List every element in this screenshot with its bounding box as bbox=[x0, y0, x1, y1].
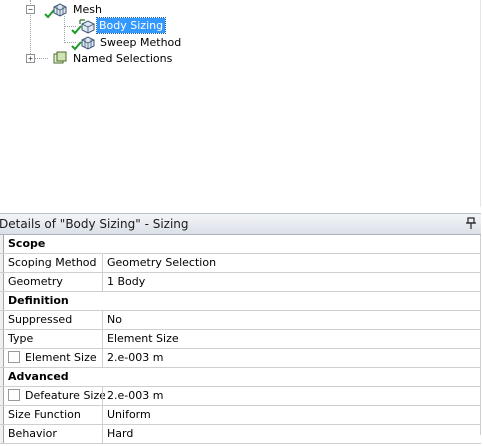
details-panel-title: Details of "Body Sizing" - Sizing bbox=[0, 217, 189, 231]
grid-border bbox=[480, 235, 481, 435]
property-name: Suppressed bbox=[4, 311, 105, 329]
mesh-icon bbox=[53, 3, 67, 17]
property-name: Scoping Method bbox=[4, 254, 105, 272]
section-label: Scope bbox=[4, 235, 478, 253]
parameter-checkbox[interactable] bbox=[8, 389, 20, 401]
section-label: Advanced bbox=[4, 368, 478, 386]
property-label: Scoping Method bbox=[8, 256, 97, 269]
property-label: Defeature Size bbox=[25, 389, 105, 402]
property-value[interactable]: No bbox=[102, 311, 483, 329]
details-property-row[interactable]: Suppressed No bbox=[0, 311, 481, 330]
outline-tree: − Mesh Body Sizing Sweep Method + Named … bbox=[0, 0, 481, 207]
parameter-checkbox[interactable] bbox=[8, 351, 20, 363]
tree-node-mesh[interactable]: Mesh bbox=[71, 2, 104, 17]
tree-connector bbox=[64, 16, 65, 43]
details-grid: Scope Scoping Method Geometry Selection Geo… bbox=[0, 235, 481, 444]
property-label: Size Function bbox=[8, 408, 81, 421]
property-label: Definition bbox=[8, 294, 69, 307]
property-label: Element Size bbox=[25, 351, 97, 364]
property-value[interactable]: 1 Body bbox=[102, 273, 483, 291]
property-label: Geometry bbox=[8, 275, 63, 288]
details-section-header[interactable]: Definition bbox=[0, 292, 481, 311]
pin-icon[interactable] bbox=[466, 217, 476, 229]
details-property-row[interactable]: Type Element Size bbox=[0, 330, 481, 349]
tree-node-named-selections[interactable]: Named Selections bbox=[71, 51, 174, 66]
details-property-row[interactable]: Size Function Uniform bbox=[0, 406, 481, 425]
property-label: Behavior bbox=[8, 427, 57, 440]
sweep-method-icon bbox=[81, 36, 95, 50]
property-label: Scope bbox=[8, 237, 46, 250]
property-label: Type bbox=[8, 332, 34, 345]
sizing-icon bbox=[79, 19, 95, 34]
property-name: Size Function bbox=[4, 406, 105, 424]
section-label: Definition bbox=[4, 292, 478, 310]
details-property-row[interactable]: Behavior Hard bbox=[0, 425, 481, 444]
property-value[interactable]: 2.e-003 m bbox=[102, 387, 483, 405]
details-section-header[interactable]: Advanced bbox=[0, 368, 481, 387]
details-property-row[interactable]: Scoping Method Geometry Selection bbox=[0, 254, 481, 273]
details-property-row[interactable]: Geometry 1 Body bbox=[0, 273, 481, 292]
named-selections-icon bbox=[53, 51, 67, 64]
details-section-header[interactable]: Scope bbox=[0, 235, 481, 254]
property-label: Advanced bbox=[8, 370, 69, 383]
property-value[interactable]: Geometry Selection bbox=[102, 254, 483, 272]
property-value[interactable]: Element Size bbox=[102, 330, 483, 348]
details-property-row[interactable]: Defeature Size 2.e-003 m bbox=[0, 387, 481, 406]
details-panel-header: Details of "Body Sizing" - Sizing bbox=[0, 213, 481, 235]
property-name: Element Size bbox=[4, 349, 105, 367]
tree-node-sweep-method[interactable]: Sweep Method bbox=[98, 35, 183, 50]
property-value[interactable]: Hard bbox=[102, 425, 483, 443]
property-value[interactable]: 2.e-003 m bbox=[102, 349, 483, 367]
property-name: Behavior bbox=[4, 425, 105, 443]
tree-node-body-sizing[interactable]: Body Sizing bbox=[95, 17, 167, 34]
named-selections-expand-toggle[interactable]: + bbox=[26, 54, 35, 63]
property-label: Suppressed bbox=[8, 313, 73, 326]
property-name: Type bbox=[4, 330, 105, 348]
tree-connector bbox=[34, 58, 48, 59]
property-value[interactable]: Uniform bbox=[102, 406, 483, 424]
property-name: Defeature Size bbox=[4, 387, 105, 405]
mesh-collapse-toggle[interactable]: − bbox=[26, 5, 35, 14]
details-property-row[interactable]: Element Size 2.e-003 m bbox=[0, 349, 481, 368]
property-name: Geometry bbox=[4, 273, 105, 291]
